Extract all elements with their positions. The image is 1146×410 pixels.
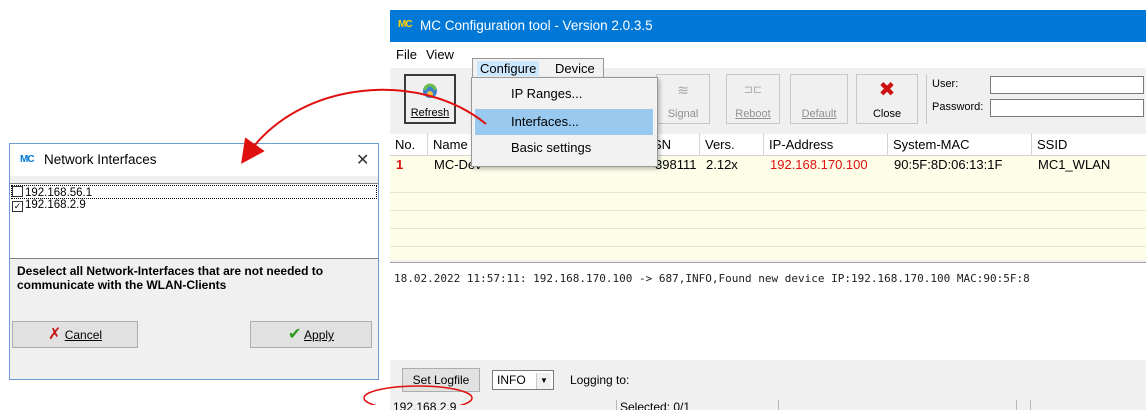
logging-to-label: Logging to: xyxy=(570,373,630,387)
grid-line xyxy=(390,210,1146,211)
default-button[interactable]: Default xyxy=(790,74,848,124)
status-panel-4 xyxy=(1016,400,1030,410)
menu-configure[interactable]: Configure xyxy=(477,61,540,76)
window-title: MC Configuration tool - Version 2.0.3.5 xyxy=(420,18,653,33)
checkbox-unchecked[interactable] xyxy=(12,186,23,197)
cell-vers: 2.12x xyxy=(706,157,738,172)
cell-mac: 90:5F:8D:06:13:1F xyxy=(894,157,1003,172)
apply-button[interactable]: ✔ Apply xyxy=(250,321,372,348)
col-mac[interactable]: System-MAC xyxy=(888,134,1032,156)
menu-item-ip-ranges[interactable]: IP Ranges... xyxy=(475,81,653,107)
password-input[interactable] xyxy=(990,99,1144,117)
menu-view[interactable]: View xyxy=(426,47,454,62)
check-icon: ✔ xyxy=(287,326,302,343)
cell-ssid: MC1_WLAN xyxy=(1038,157,1111,172)
refresh-button[interactable]: Refresh xyxy=(404,74,456,124)
log-line: 18.02.2022 11:57:11: 192.168.170.100 -> … xyxy=(394,272,1030,285)
list-item[interactable]: ✓ 192.168.2.9 xyxy=(12,199,86,212)
menu-item-interfaces[interactable]: Interfaces... xyxy=(475,109,653,135)
log-controls: Set Logfile INFO ▼ Logging to: xyxy=(390,360,1146,400)
grid-line xyxy=(390,192,1146,193)
grid-line xyxy=(390,228,1146,229)
configure-dropdown: IP Ranges... Interfaces... Basic setting… xyxy=(471,77,658,167)
app-icon: MC xyxy=(20,154,35,165)
close-icon[interactable]: ✕ xyxy=(356,150,369,170)
menu-open-header: Configure Device xyxy=(472,58,604,79)
dialog-message: Deselect all Network-Interfaces that are… xyxy=(17,264,324,292)
cell-ip: 192.168.170.100 xyxy=(770,157,868,172)
password-label: Password: xyxy=(932,101,984,113)
log-level-select[interactable]: INFO ▼ xyxy=(492,370,554,390)
signal-button[interactable]: ≋ Signal xyxy=(656,74,710,124)
col-vers[interactable]: Vers. xyxy=(700,134,764,156)
app-icon: MC xyxy=(398,19,413,30)
checkbox-checked[interactable]: ✓ xyxy=(12,201,23,212)
user-label: User: xyxy=(932,78,959,90)
reboot-icon: ⊐⊏ xyxy=(743,84,763,96)
col-no[interactable]: No. xyxy=(390,134,428,156)
status-selected: Selected: 0/1 xyxy=(616,400,778,410)
reboot-button[interactable]: ⊐⊏ Reboot xyxy=(726,74,780,124)
cell-no: 1 xyxy=(396,157,404,172)
col-ip[interactable]: IP-Address xyxy=(764,134,888,156)
close-x-icon: ✖ xyxy=(878,79,896,101)
user-input[interactable] xyxy=(990,76,1144,94)
interfaces-list[interactable]: 192.168.56.1 ✓ 192.168.2.9 xyxy=(10,183,378,259)
list-item[interactable]: 192.168.56.1 xyxy=(11,185,377,199)
dialog-title-bar: MC Network Interfaces ✕ xyxy=(10,144,378,176)
log-output[interactable]: 18.02.2022 11:57:11: 192.168.170.100 -> … xyxy=(390,262,1146,362)
refresh-icon xyxy=(406,81,454,105)
menu-item-basic-settings[interactable]: Basic settings xyxy=(475,135,653,161)
toolbar-separator xyxy=(926,74,927,124)
network-interfaces-dialog: MC Network Interfaces ✕ 192.168.56.1 ✓ 19… xyxy=(9,143,379,380)
col-ssid[interactable]: SSID xyxy=(1032,134,1146,156)
cancel-button[interactable]: ✗ Cancel xyxy=(12,321,138,348)
set-logfile-button[interactable]: Set Logfile xyxy=(402,368,480,392)
grid-line xyxy=(390,246,1146,247)
dialog-title: Network Interfaces xyxy=(44,152,157,167)
title-bar: MC MC Configuration tool - Version 2.0.3… xyxy=(390,10,1146,42)
signal-icon: ≋ xyxy=(677,82,689,98)
close-button[interactable]: ✖ Close xyxy=(856,74,918,124)
chevron-down-icon: ▼ xyxy=(536,373,551,389)
status-bar: 192.168.2.9 Selected: 0/1 xyxy=(390,400,1146,410)
cancel-x-icon: ✗ xyxy=(47,326,62,343)
menu-file[interactable]: File xyxy=(396,47,417,62)
status-panel-3 xyxy=(778,400,1016,410)
menu-device[interactable]: Device xyxy=(555,61,595,76)
status-panel-5 xyxy=(1030,400,1146,410)
status-ip: 192.168.2.9 xyxy=(393,400,457,410)
log-level-value: INFO xyxy=(497,373,526,387)
